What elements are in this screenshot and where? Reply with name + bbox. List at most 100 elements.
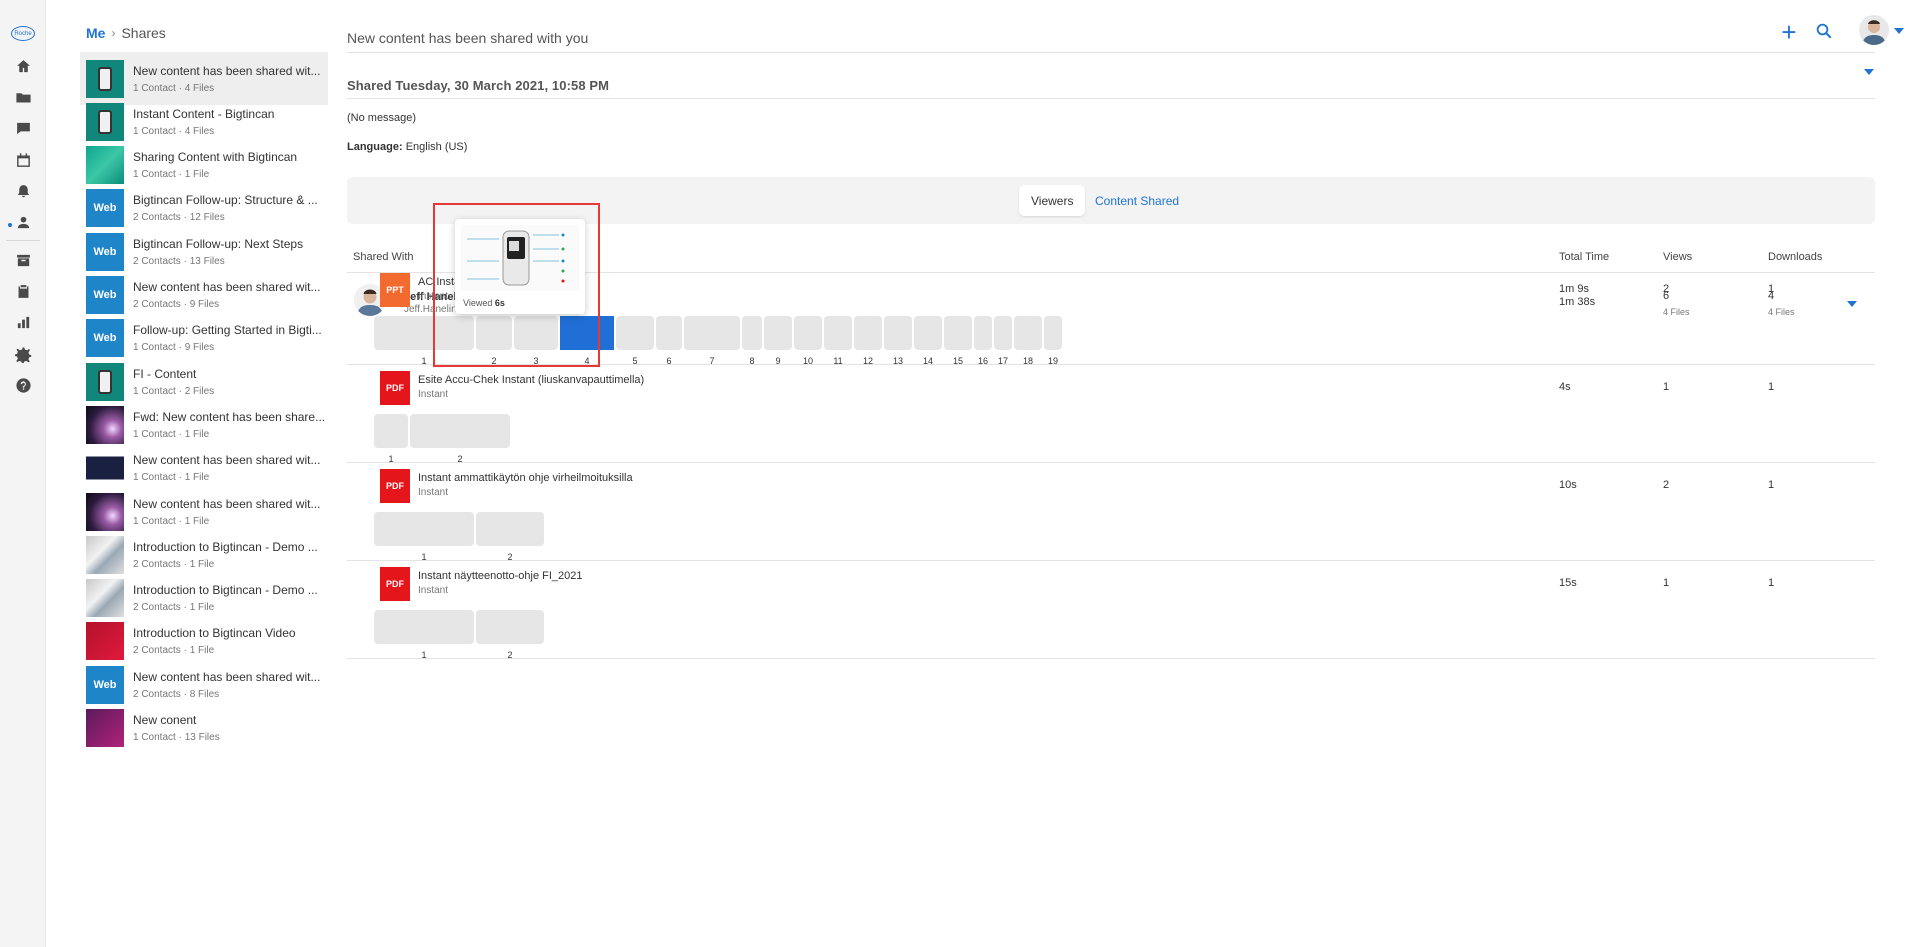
share-item-meta: 2 Contacts · 12 Files <box>133 212 225 224</box>
breadcrumb: Me › Shares <box>86 25 166 41</box>
share-item-title: Bigtincan Follow-up: Structure & ... <box>133 193 318 208</box>
file-views: 2 <box>1663 479 1670 491</box>
app-icon-rail: Roche <box>0 0 46 947</box>
file-name[interactable]: Instant ammattikäytön ohje virheilmoituk… <box>418 472 633 484</box>
share-item-title: Bigtincan Follow-up: Next Steps <box>133 236 304 251</box>
page-bar[interactable] <box>684 316 740 350</box>
page-bar[interactable] <box>1014 316 1042 350</box>
page-bar[interactable] <box>794 316 822 350</box>
top-bar: New content has been shared with you + <box>338 0 1920 70</box>
detail-divider <box>347 98 1875 99</box>
share-item-text: New content has been shared wit... 1 Cont… <box>133 453 327 483</box>
chat-icon[interactable] <box>0 114 46 142</box>
file-name[interactable]: Esite Accu-Chek Instant (liuskanvapautti… <box>418 374 644 386</box>
page-bar[interactable] <box>884 316 912 350</box>
user-menu-chevron-down-icon[interactable] <box>1894 28 1904 34</box>
help-icon[interactable] <box>0 371 46 399</box>
file-total-time: 15s <box>1559 577 1577 589</box>
file-name[interactable]: Instant näytteenotto-ohje FI_2021 <box>418 570 583 582</box>
breadcrumb-separator: › <box>111 26 116 40</box>
highlight-annotation-box <box>433 203 600 367</box>
page-bar[interactable] <box>824 316 852 350</box>
page-bar[interactable] <box>616 316 654 350</box>
file-category: Instant <box>418 389 449 400</box>
share-item-meta: 1 Contact · 1 File <box>133 169 210 181</box>
page-bar[interactable] <box>742 316 762 350</box>
home-icon[interactable] <box>0 52 46 80</box>
search-icon[interactable] <box>1815 22 1837 44</box>
shared-file-row: PDF Instant ammattikäytön ohje virheilmoi… <box>338 468 1920 566</box>
user-avatar[interactable] <box>1859 15 1889 45</box>
share-thumbnail <box>86 102 124 141</box>
page-bar[interactable] <box>944 316 972 350</box>
file-downloads: 1 <box>1768 479 1775 491</box>
pdf-file-icon: PDF <box>380 371 410 405</box>
collapse-chevron-down-icon[interactable] <box>1864 69 1874 75</box>
gear-icon[interactable] <box>0 340 46 368</box>
column-header-total-time: Total Time <box>1559 251 1610 263</box>
pdf-file-icon: PDF <box>380 567 410 601</box>
file-category: Instant <box>418 585 449 596</box>
share-thumbnail: Web <box>86 276 124 314</box>
page-bar[interactable] <box>854 316 882 350</box>
page-bar[interactable] <box>1044 316 1062 350</box>
file-row-divider <box>347 658 1875 659</box>
share-item-meta: 2 Contacts · 13 Files <box>133 255 225 267</box>
folder-icon[interactable] <box>0 83 46 111</box>
share-thumbnail <box>86 59 124 98</box>
share-item-meta: 1 Contact · 1 File <box>133 515 210 527</box>
page-title: New content has been shared with you <box>347 30 589 46</box>
column-header-views: Views <box>1663 251 1693 263</box>
share-thumbnail <box>86 146 124 185</box>
share-item-text: New content has been shared wit... 1 Cont… <box>133 497 327 527</box>
file-total-time: 10s <box>1559 479 1577 491</box>
calendar-icon[interactable] <box>0 146 46 174</box>
archive-icon[interactable] <box>0 246 46 274</box>
page-bar[interactable] <box>476 512 544 546</box>
add-button[interactable]: + <box>1778 19 1800 45</box>
roche-logo[interactable]: Roche <box>11 26 35 41</box>
user-icon[interactable] <box>0 208 46 236</box>
page-bar[interactable] <box>764 316 792 350</box>
share-item-title: Sharing Content with Bigtincan <box>133 150 298 165</box>
shares-list-panel: Me › Shares New content has been shared … <box>46 0 338 947</box>
share-item-meta: 1 Contact · 1 File <box>133 428 210 440</box>
page-bar[interactable] <box>914 316 942 350</box>
page-bar[interactable] <box>476 610 544 644</box>
page-bar[interactable] <box>974 316 992 350</box>
header-divider <box>347 52 1875 53</box>
page-bar[interactable] <box>374 414 408 448</box>
share-item-title: New content has been shared wit... <box>133 63 321 78</box>
page-bar[interactable] <box>656 316 682 350</box>
page-bar[interactable] <box>994 316 1012 350</box>
share-item-meta: 2 Contacts · 9 Files <box>133 299 220 310</box>
share-item-text: Introduction to Bigtincan Video 2 Contact… <box>133 626 327 656</box>
tab-viewers[interactable]: Viewers <box>1019 185 1086 216</box>
share-item-meta: 2 Contacts · 1 File <box>133 602 215 614</box>
device-icon <box>98 369 112 394</box>
page-bar[interactable] <box>410 414 510 448</box>
share-list-item[interactable]: New conent 1 Contact · 13 Files <box>80 702 328 755</box>
clipboard-icon[interactable] <box>0 277 46 305</box>
file-row-divider <box>347 462 1875 463</box>
breadcrumb-me-link[interactable]: Me <box>86 25 105 41</box>
column-header-downloads: Downloads <box>1768 251 1823 263</box>
share-item-meta: 1 Contact · 13 Files <box>133 732 220 743</box>
share-item-text: New content has been shared wit... 2 Cont… <box>133 280 327 310</box>
tab-content-shared[interactable]: Content Shared <box>1083 185 1191 216</box>
share-detail: New content has been shared with you + S… <box>338 0 1920 947</box>
page-bar[interactable] <box>374 512 474 546</box>
file-views: 1 <box>1663 381 1670 393</box>
share-item-text: Instant Content - Bigtincan 1 Contact · 4… <box>133 107 327 137</box>
pdf-file-icon: PDF <box>380 469 410 503</box>
page-bar[interactable] <box>374 610 474 644</box>
bar-chart-icon[interactable] <box>0 308 46 336</box>
share-thumbnail <box>86 449 124 488</box>
language-label: Language: <box>347 141 403 153</box>
share-thumbnail: Web <box>86 189 124 228</box>
bell-icon[interactable] <box>0 177 46 205</box>
file-row-divider <box>347 560 1875 561</box>
share-item-text: Bigtincan Follow-up: Next Steps 2 Contact… <box>133 237 327 267</box>
rail-divider <box>6 240 40 241</box>
share-thumbnail <box>86 362 124 401</box>
